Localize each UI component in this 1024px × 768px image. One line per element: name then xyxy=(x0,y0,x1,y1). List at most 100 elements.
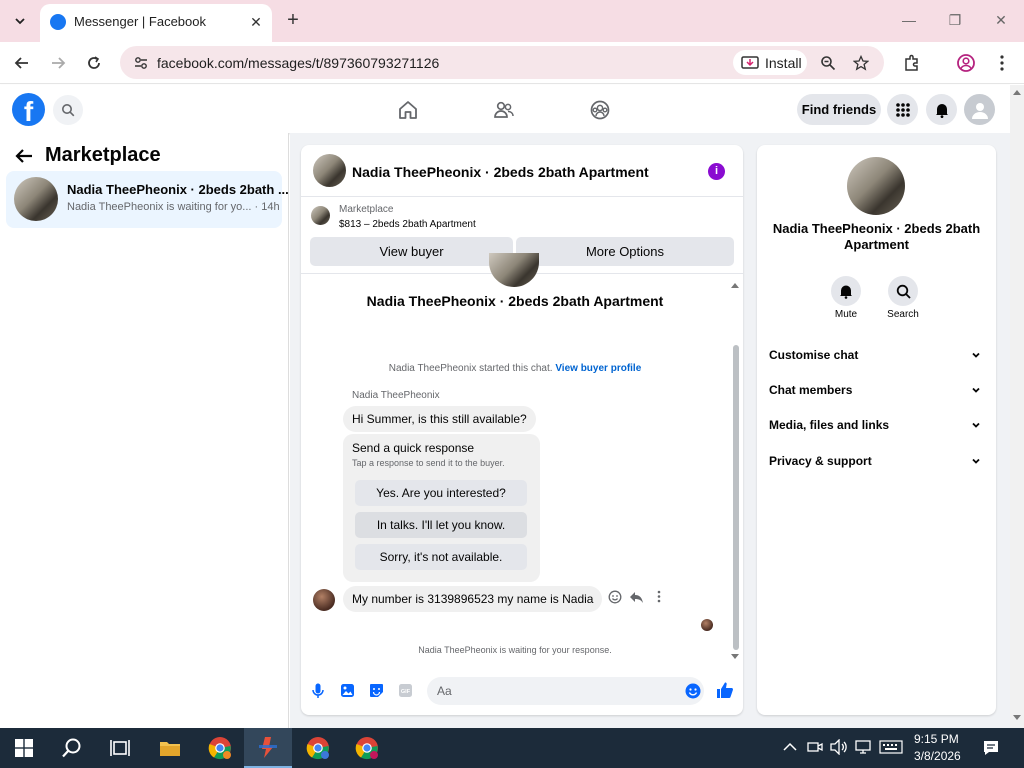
chat-header-title[interactable]: Nadia TheePheonix · 2beds 2bath Apartmen… xyxy=(352,164,649,180)
friends-icon xyxy=(494,101,514,118)
sticker-icon[interactable] xyxy=(369,683,384,698)
facebook-search-button[interactable] xyxy=(53,95,83,125)
quick-reply-button[interactable]: In talks. I'll let you know. xyxy=(355,512,527,538)
react-emoji-icon[interactable] xyxy=(608,590,622,604)
view-buyer-button[interactable]: View buyer xyxy=(310,237,513,266)
file-explorer-taskbar-icon[interactable] xyxy=(146,728,194,768)
extensions-button[interactable] xyxy=(900,51,924,75)
active-app-taskbar-icon[interactable] xyxy=(244,728,292,768)
contact-avatar[interactable] xyxy=(847,157,905,215)
thumbs-up-icon[interactable] xyxy=(716,681,734,699)
chrome-taskbar-icon-2[interactable] xyxy=(294,728,342,768)
chevron-down-icon xyxy=(15,18,25,25)
scroll-down-icon[interactable] xyxy=(731,654,739,660)
more-icon[interactable] xyxy=(657,590,661,603)
start-button[interactable] xyxy=(0,728,48,768)
sender-name: Nadia TheePheonix xyxy=(352,390,440,401)
conversation-avatar xyxy=(14,177,58,221)
menu-button[interactable] xyxy=(887,94,918,125)
address-bar[interactable]: facebook.com/messages/t/897360793271126 … xyxy=(120,46,884,79)
gif-icon[interactable]: GIF xyxy=(398,683,413,698)
chat-members-row[interactable]: Chat members xyxy=(769,383,983,407)
folder-icon xyxy=(160,742,180,756)
scroll-up-icon[interactable] xyxy=(1013,89,1021,95)
arrow-left-icon xyxy=(14,57,28,69)
clock-time[interactable]: 9:15 PM xyxy=(914,732,959,746)
site-settings-icon[interactable] xyxy=(133,55,149,71)
quick-reply-button[interactable]: Sorry, it's not available. xyxy=(355,544,527,570)
clock-date[interactable]: 3/8/2026 xyxy=(914,749,961,763)
scroll-up-icon[interactable] xyxy=(731,282,739,288)
view-buyer-profile-link[interactable]: View buyer profile xyxy=(555,363,641,374)
network-icon[interactable] xyxy=(854,739,872,755)
customise-chat-row[interactable]: Customise chat xyxy=(769,348,983,372)
puzzle-icon xyxy=(905,54,918,71)
minimize-button[interactable]: — xyxy=(897,10,921,30)
page-scrollbar[interactable] xyxy=(1010,85,1024,728)
forward-button[interactable] xyxy=(46,51,70,75)
zoom-icon[interactable] xyxy=(820,55,836,71)
tab-search-dropdown-button[interactable] xyxy=(8,9,32,33)
install-app-button[interactable]: Install xyxy=(733,50,807,75)
search-icon xyxy=(62,104,75,117)
media-files-links-row[interactable]: Media, files and links xyxy=(769,418,983,442)
volume-icon[interactable] xyxy=(830,739,848,755)
microphone-icon[interactable] xyxy=(312,683,324,699)
account-avatar-button[interactable] xyxy=(964,94,995,125)
find-friends-button[interactable]: Find friends xyxy=(797,94,881,125)
back-arrow-icon[interactable] xyxy=(13,145,35,167)
taskbar-search-button[interactable] xyxy=(48,728,96,768)
waiting-notice: Nadia TheePheonix is waiting for your re… xyxy=(418,645,612,655)
bookmark-star-icon[interactable] xyxy=(853,55,869,71)
chevron-up-icon[interactable] xyxy=(783,742,797,752)
new-tab-button[interactable]: + xyxy=(282,9,304,31)
back-button[interactable] xyxy=(10,51,34,75)
nav-groups[interactable] xyxy=(587,97,613,123)
more-options-button[interactable]: More Options xyxy=(516,237,734,266)
nav-friends[interactable] xyxy=(491,97,517,123)
chat-header-avatar[interactable] xyxy=(313,154,346,187)
message-bubble[interactable]: Hi Summer, is this still available? xyxy=(343,406,536,432)
listing-title[interactable]: $813 – 2beds 2bath Apartment xyxy=(339,219,476,230)
search-in-conversation-button[interactable] xyxy=(888,276,918,306)
emoji-icon[interactable] xyxy=(685,683,701,699)
scroll-down-icon[interactable] xyxy=(1013,715,1021,721)
reply-icon[interactable] xyxy=(629,590,644,604)
message-bubble[interactable]: My number is 3139896523 my name is Nadia xyxy=(343,586,603,612)
notification-center-icon[interactable] xyxy=(982,739,1000,757)
browser-toolbar: facebook.com/messages/t/897360793271126 … xyxy=(0,42,1024,84)
privacy-support-row[interactable]: Privacy & support xyxy=(769,454,983,478)
reload-button[interactable] xyxy=(82,51,106,75)
meet-now-icon[interactable] xyxy=(807,739,823,755)
browser-tab-strip: Messenger | Facebook ✕ + — ❐ ✕ xyxy=(0,0,1024,42)
close-window-button[interactable]: ✕ xyxy=(989,10,1013,30)
row-label: Privacy & support xyxy=(769,454,872,468)
nav-home[interactable] xyxy=(395,97,421,123)
mute-button[interactable] xyxy=(831,276,861,306)
browser-tab-active[interactable]: Messenger | Facebook ✕ xyxy=(40,4,272,42)
scrollbar-thumb[interactable] xyxy=(733,345,739,650)
facebook-logo-icon[interactable]: f xyxy=(12,93,45,126)
restore-button[interactable]: ❐ xyxy=(943,10,967,30)
quick-response-subtitle: Tap a response to send it to the buyer. xyxy=(352,458,505,468)
task-view-button[interactable] xyxy=(96,728,144,768)
message-input[interactable]: Aa xyxy=(427,677,704,705)
conversation-list-item[interactable]: Nadia TheePheonix · 2beds 2bath ... Nadi… xyxy=(6,171,289,228)
tab-close-button[interactable]: ✕ xyxy=(246,12,266,32)
browser-menu-button[interactable] xyxy=(990,51,1014,75)
keyboard-icon[interactable] xyxy=(879,740,903,754)
chrome-taskbar-icon-3[interactable] xyxy=(343,728,391,768)
contact-name: Nadia TheePheonix · 2beds 2bath Apartmen… xyxy=(772,221,981,252)
notifications-button[interactable] xyxy=(926,94,957,125)
sender-avatar[interactable] xyxy=(313,589,335,611)
photo-icon[interactable] xyxy=(340,683,355,698)
chrome-icon xyxy=(355,737,378,760)
profile-button[interactable] xyxy=(954,51,978,75)
chrome-taskbar-icon[interactable] xyxy=(196,728,244,768)
quick-reply-button[interactable]: Yes. Are you interested? xyxy=(355,480,527,506)
divider xyxy=(301,196,743,197)
kebab-menu-icon xyxy=(1000,55,1004,71)
info-icon[interactable]: i xyxy=(708,163,725,180)
chrome-icon xyxy=(208,737,231,760)
row-label: Customise chat xyxy=(769,348,859,362)
